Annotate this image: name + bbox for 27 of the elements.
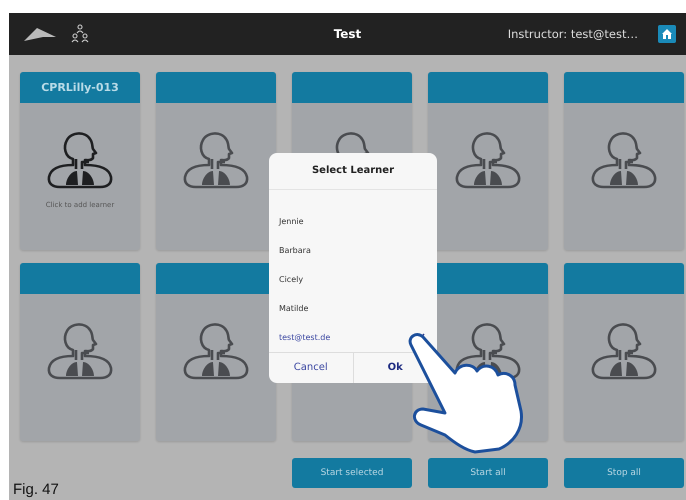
screen-title: Test xyxy=(334,27,362,41)
station-card[interactable] xyxy=(20,263,140,441)
logo-icon xyxy=(23,26,57,42)
station-card[interactable] xyxy=(564,72,684,250)
station-card[interactable] xyxy=(564,263,684,441)
learner-item[interactable]: Matilde xyxy=(269,294,437,323)
person-lungs-icon xyxy=(181,320,251,382)
learner-item[interactable]: Cicely xyxy=(269,264,437,294)
person-lungs-icon xyxy=(45,320,115,382)
home-icon xyxy=(661,28,673,40)
dialog-title: Select Learner xyxy=(312,165,394,176)
figure-caption: Fig. 47 xyxy=(13,481,59,498)
instructor-label: Instructor: test@test… xyxy=(508,27,638,41)
person-lungs-icon xyxy=(181,129,251,191)
station-name: CPRLilly-013 xyxy=(41,81,119,94)
learner-item[interactable]: Jennie xyxy=(269,206,437,236)
station-card[interactable] xyxy=(156,263,276,441)
station-card[interactable] xyxy=(156,72,276,250)
cancel-button[interactable]: Cancel xyxy=(269,352,352,383)
person-lungs-icon xyxy=(589,320,659,382)
group-icon[interactable] xyxy=(71,24,89,44)
person-lungs-icon xyxy=(589,129,659,191)
station-card[interactable] xyxy=(428,72,548,250)
person-lungs-icon xyxy=(45,129,115,191)
person-lungs-icon xyxy=(453,129,523,191)
learner-item[interactable]: Barbara xyxy=(269,236,437,265)
home-button[interactable] xyxy=(658,25,676,43)
